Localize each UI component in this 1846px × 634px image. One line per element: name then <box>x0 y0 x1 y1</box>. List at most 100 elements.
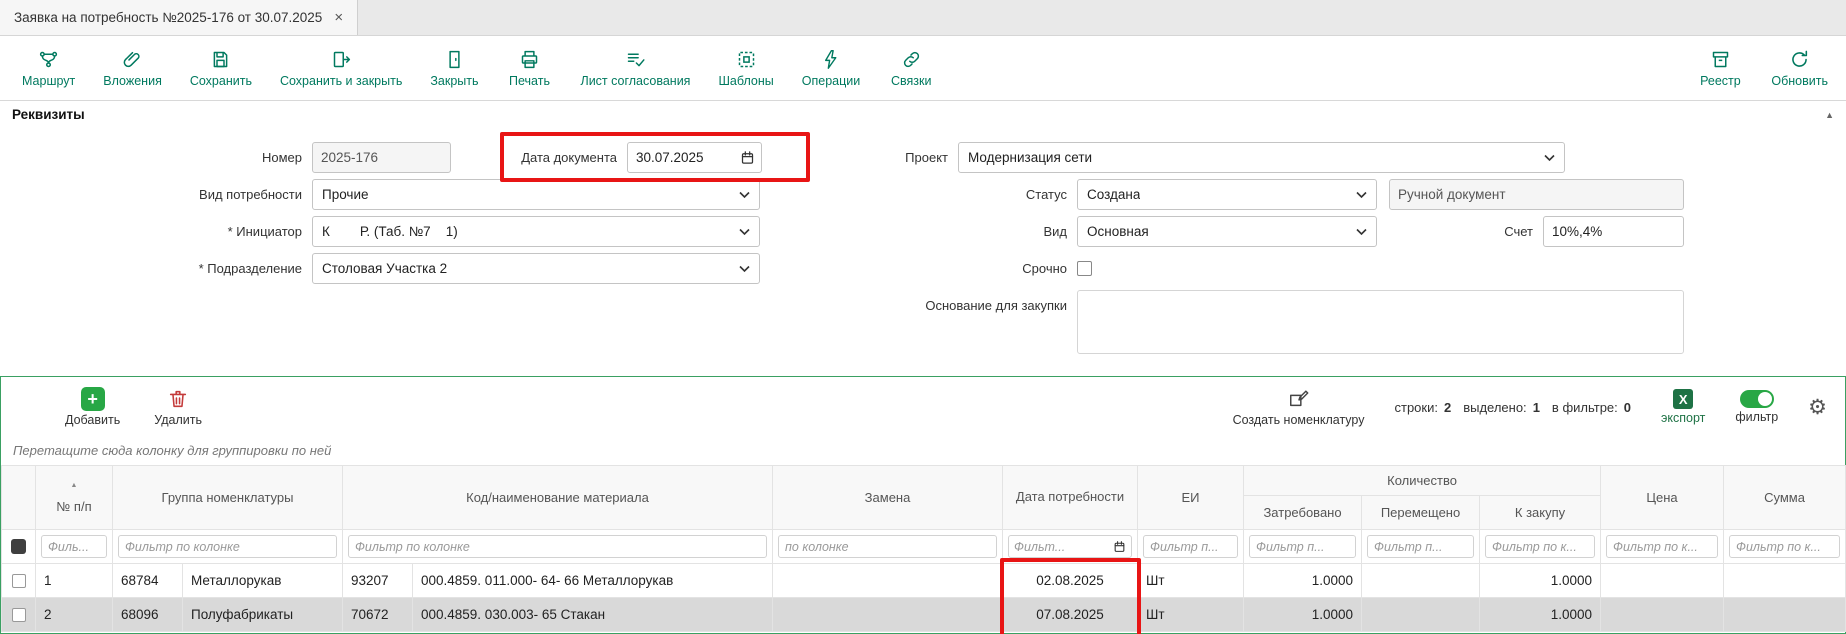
templates-label: Шаблоны <box>718 74 773 88</box>
cell-need-date[interactable]: 02.08.2025 <box>1003 564 1138 598</box>
refresh-button[interactable]: Обновить <box>1771 49 1828 88</box>
col-header-material[interactable]: Код/наименование материала <box>343 466 773 530</box>
col-header-replacement[interactable]: Замена <box>773 466 1003 530</box>
project-select[interactable]: Модернизация сети <box>958 142 1565 173</box>
col-header-need-date[interactable]: Дата потребности <box>1003 466 1138 530</box>
print-button[interactable]: Печать <box>507 49 553 88</box>
filter-moved-input[interactable] <box>1367 535 1474 558</box>
calendar-icon[interactable] <box>1113 540 1126 553</box>
cell-price <box>1601 564 1724 598</box>
save-and-close-icon <box>331 49 352 71</box>
status-note-input[interactable] <box>1389 179 1684 210</box>
filter-toggle[interactable]: фильтр <box>1735 390 1778 424</box>
items-grid-panel: + Добавить Удалить Создать номенклатуру … <box>0 376 1846 634</box>
doc-date-field[interactable] <box>627 142 762 173</box>
export-excel-button[interactable]: X экспорт <box>1661 389 1705 425</box>
operations-button[interactable]: Операции <box>802 49 860 88</box>
col-header-requested[interactable]: Затребовано <box>1244 496 1362 530</box>
group-by-drop-zone[interactable]: Перетащите сюда колонку для группировки … <box>1 435 1845 465</box>
need-type-select[interactable]: Прочие <box>312 179 760 210</box>
col-header-moved[interactable]: Перемещено <box>1362 496 1480 530</box>
templates-button[interactable]: Шаблоны <box>718 49 773 88</box>
cell-material-code: 70672 <box>343 598 413 632</box>
save-button[interactable]: Сохранить <box>190 49 252 88</box>
row-checkbox[interactable] <box>12 608 26 622</box>
project-label: Проект <box>762 150 958 165</box>
create-nomenclature-button[interactable]: Создать номенклатуру <box>1233 387 1365 427</box>
cell-material-code: 93207 <box>343 564 413 598</box>
operations-label: Операции <box>802 74 860 88</box>
registry-button[interactable]: Реестр <box>1697 49 1743 88</box>
col-header-num[interactable]: ▲ № п/п <box>36 466 113 530</box>
document-tab[interactable]: Заявка на потребность №2025-176 от 30.07… <box>0 0 358 35</box>
registry-icon <box>1710 49 1731 71</box>
urgent-checkbox[interactable] <box>1077 261 1092 276</box>
kind-label: Вид <box>760 224 1077 239</box>
cell-need-date[interactable]: 07.08.2025 <box>1003 598 1138 632</box>
account-input[interactable] <box>1543 216 1684 247</box>
account-label: Счет <box>1504 224 1543 239</box>
kind-select[interactable]: Основная <box>1077 216 1377 247</box>
col-header-sum[interactable]: Сумма <box>1724 466 1846 530</box>
filter-to-purchase-input[interactable] <box>1485 535 1595 558</box>
row-checkbox[interactable] <box>12 574 26 588</box>
col-header-unit[interactable]: ЕИ <box>1138 466 1244 530</box>
department-select[interactable]: Столовая Участка 2 <box>312 253 760 284</box>
plus-icon: + <box>81 387 105 411</box>
filter-need-date-field[interactable] <box>1008 535 1132 558</box>
cell-unit: Шт <box>1138 564 1244 598</box>
filter-num-input[interactable] <box>41 535 107 558</box>
filter-requested-input[interactable] <box>1249 535 1356 558</box>
status-select[interactable]: Создана <box>1077 179 1377 210</box>
select-all-icon[interactable] <box>11 539 26 554</box>
need-type-label: Вид потребности <box>0 187 312 202</box>
urgent-label: Срочно <box>760 261 1077 276</box>
settings-gear-icon[interactable]: ⚙ <box>1808 397 1827 418</box>
chevron-down-icon <box>739 228 750 236</box>
filter-group-input[interactable] <box>118 535 337 558</box>
add-row-button[interactable]: + Добавить <box>65 387 120 427</box>
filter-sum-input[interactable] <box>1729 535 1840 558</box>
filter-replacement-input[interactable] <box>778 535 997 558</box>
templates-icon <box>736 49 757 71</box>
save-and-close-button[interactable]: Сохранить и закрыть <box>280 49 402 88</box>
print-label: Печать <box>509 74 550 88</box>
table-row[interactable]: 1 68784 Металлорукав 93207 000.4859. 011… <box>2 564 1846 598</box>
col-header-price[interactable]: Цена <box>1601 466 1724 530</box>
items-table: ▲ № п/п Группа номенклатуры Код/наименов… <box>1 465 1846 632</box>
filter-price-input[interactable] <box>1606 535 1718 558</box>
number-input[interactable] <box>312 142 451 173</box>
delete-row-button[interactable]: Удалить <box>154 387 202 427</box>
cell-replacement <box>773 598 1003 632</box>
filter-need-date-input[interactable] <box>1014 540 1070 554</box>
doc-date-input[interactable] <box>636 150 724 165</box>
route-button[interactable]: Маршрут <box>22 49 75 88</box>
tab-close-icon[interactable]: × <box>334 9 343 26</box>
cell-group-name: Металлорукав <box>183 564 343 598</box>
col-header-to-purchase[interactable]: К закупу <box>1480 496 1601 530</box>
links-button[interactable]: Связки <box>888 49 934 88</box>
department-label: * Подразделение <box>0 261 312 276</box>
initiator-label: * Инициатор <box>0 224 312 239</box>
table-row-selected[interactable]: 2 68096 Полуфабрикаты 70672 000.4859. 03… <box>2 598 1846 632</box>
chevron-down-icon <box>739 191 750 199</box>
attachments-button[interactable]: Вложения <box>103 49 162 88</box>
calendar-icon[interactable] <box>740 150 755 165</box>
initiator-select[interactable]: К Р. (Таб. №7 1) <box>312 216 760 247</box>
filter-material-input[interactable] <box>348 535 767 558</box>
filter-unit-input[interactable] <box>1143 535 1238 558</box>
close-button[interactable]: Закрыть <box>430 49 478 88</box>
chevron-down-icon <box>1356 228 1367 236</box>
chevron-down-icon <box>1544 154 1555 162</box>
approval-sheet-button[interactable]: Лист согласования <box>581 49 691 88</box>
status-label: Статус <box>760 187 1077 202</box>
grid-stats: строки:2 выделено:1 в фильтре:0 <box>1394 400 1631 415</box>
cell-moved <box>1362 598 1480 632</box>
purchase-basis-textarea[interactable] <box>1077 290 1684 354</box>
route-label: Маршрут <box>22 74 75 88</box>
approval-sheet-icon <box>625 49 646 71</box>
requisites-form: Номер Дата документа Проект Модернизация… <box>0 128 1846 376</box>
select-all-header[interactable] <box>2 466 36 530</box>
col-header-group[interactable]: Группа номенклатуры <box>113 466 343 530</box>
collapse-arrow-icon[interactable]: ▲ <box>1825 110 1834 120</box>
